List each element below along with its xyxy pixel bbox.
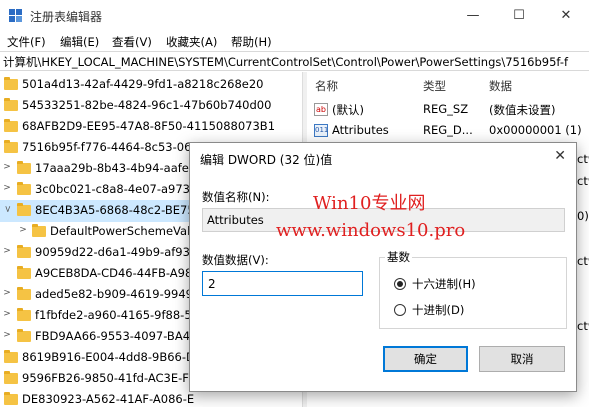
value-data: (数值未设置) — [489, 103, 556, 117]
value-type: REG_D... — [423, 123, 473, 137]
radio-selected-dot — [397, 281, 403, 287]
value-data-peek: ct9 — [577, 254, 589, 268]
value-row[interactable]: 011 Attributes REG_D... 0x00000001 (1) — [307, 120, 589, 142]
value-data-peek: ct9 — [577, 319, 589, 333]
hex-radio[interactable] — [394, 278, 406, 290]
chevron-right-icon[interactable]: > — [2, 246, 12, 256]
edit-dword-dialog: 编辑 DWORD (32 位)值 ✕ 数值名称(N): Attributes 数… — [189, 142, 577, 392]
chevron-right-icon[interactable]: > — [2, 183, 12, 193]
ok-button[interactable]: 确定 — [383, 346, 468, 372]
tree-item-label: A9CEB8DA-CD46-44FB-A98 — [35, 266, 193, 280]
maximize-icon[interactable]: ☐ — [496, 0, 542, 31]
chevron-right-icon[interactable]: > — [2, 309, 12, 319]
folder-icon — [4, 119, 18, 132]
value-data-label: 数值数据(V): — [202, 253, 269, 267]
tree-item-label: 9596FB26-9850-41fd-AC3E-F7 — [22, 371, 197, 385]
folder-icon — [4, 98, 18, 111]
address-path[interactable]: 计算机\HKEY_LOCAL_MACHINE\SYSTEM\CurrentCon… — [3, 54, 568, 70]
folder-icon — [17, 287, 31, 300]
tree-item-label: 501a4d13-42af-4429-9fd1-a8218c268e20 — [22, 77, 264, 91]
address-bar[interactable]: 计算机\HKEY_LOCAL_MACHINE\SYSTEM\CurrentCon… — [0, 51, 589, 71]
tree-item-label: 17aaa29b-8b43-4b94-aafe — [35, 161, 189, 175]
menu-file[interactable]: 文件(F) — [7, 34, 46, 50]
chevron-right-icon[interactable]: > — [18, 225, 28, 235]
folder-icon — [17, 329, 31, 342]
menu-edit[interactable]: 编辑(E) — [60, 34, 99, 50]
tree-item-label: 8619B916-E004-4dd8-9B66-D — [22, 350, 195, 364]
tree-item-label: aded5e82-b909-4619-9949 — [35, 287, 193, 301]
folder-icon — [4, 77, 18, 90]
regedit-app-icon — [9, 9, 23, 23]
dec-radio-label[interactable]: 十进制(D) — [412, 302, 464, 318]
close-icon[interactable]: ✕ — [543, 0, 589, 31]
title-bar: 注册表编辑器 — ☐ ✕ — [0, 0, 589, 31]
menu-favorites[interactable]: 收藏夹(A) — [166, 34, 217, 50]
menu-bar: 文件(F) 编辑(E) 查看(V) 收藏夹(A) 帮助(H) — [0, 31, 589, 51]
column-header-name[interactable]: 名称 — [315, 78, 338, 94]
chevron-right-icon[interactable]: > — [2, 162, 12, 172]
value-name: Attributes — [332, 123, 389, 137]
chevron-right-icon[interactable]: > — [2, 288, 12, 298]
dialog-close-icon[interactable]: ✕ — [554, 148, 566, 164]
tree-item-label: 68AFB2D9-EE95-47A8-8F50-4115088073B1 — [22, 119, 276, 133]
tree-item[interactable]: 54533251-82be-4824-96c1-47b60b740d00 — [0, 95, 302, 117]
minimize-icon[interactable]: — — [450, 0, 496, 31]
watermark-line-2: www.windows10.pro — [276, 220, 466, 241]
folder-open-icon — [4, 140, 18, 153]
column-header-type[interactable]: 类型 — [423, 78, 446, 94]
value-name: (默认) — [332, 103, 364, 117]
menu-view[interactable]: 查看(V) — [112, 34, 152, 50]
tree-item[interactable]: e276e160-7cb0-43c6-b20b-73f5dce39954 — [0, 402, 302, 407]
folder-icon — [4, 371, 18, 384]
base-label: 基数 — [385, 249, 412, 265]
tree-item-label: FBD9AA66-9553-4097-BA4 — [35, 329, 191, 343]
value-name-label: 数值名称(N): — [202, 190, 270, 204]
watermark-line-1: Win10专业网 — [313, 193, 426, 214]
tree-item-label: 3c0bc021-c8a8-4e07-a973 — [35, 182, 191, 196]
value-data-input[interactable] — [202, 271, 363, 296]
chevron-right-icon[interactable]: > — [2, 330, 12, 340]
tree-item[interactable]: 68AFB2D9-EE95-47A8-8F50-4115088073B1 — [0, 116, 302, 138]
folder-icon — [17, 308, 31, 321]
folder-icon — [32, 224, 46, 237]
dec-radio[interactable] — [394, 304, 406, 316]
tree-item-label: 8EC4B3A5-6868-48c2-BE75 — [35, 203, 195, 217]
value-type: REG_SZ — [423, 102, 469, 116]
chevron-down-icon[interactable]: > — [2, 204, 12, 214]
dialog-title: 编辑 DWORD (32 位)值 — [200, 153, 333, 167]
string-value-icon: ab — [314, 103, 328, 116]
base-groupbox — [379, 257, 567, 329]
tree-item[interactable]: 501a4d13-42af-4429-9fd1-a8218c268e20 — [0, 74, 302, 96]
folder-open-icon — [17, 203, 31, 216]
folder-icon — [17, 245, 31, 258]
tree-item-label: 90959d22-d6a1-49b9-af93 — [35, 245, 190, 259]
value-data-peek: 0) — [577, 209, 589, 223]
window-title: 注册表编辑器 — [30, 10, 103, 24]
folder-icon — [17, 161, 31, 174]
column-header-data[interactable]: 数据 — [489, 78, 512, 94]
tree-item-label: 54533251-82be-4824-96c1-47b60b740d00 — [22, 98, 272, 112]
binary-value-icon: 011 — [314, 124, 328, 137]
value-data-peek: ct9 — [577, 174, 589, 188]
folder-icon — [4, 350, 18, 363]
value-data-peek: ct9 — [577, 152, 589, 166]
value-row[interactable]: ab (默认) REG_SZ (数值未设置) — [307, 99, 589, 121]
tree-item-label: f1fbfde2-a960-4165-9f88-5 — [35, 308, 192, 322]
folder-icon — [17, 266, 31, 279]
cancel-button[interactable]: 取消 — [479, 346, 565, 372]
tree-item-label: DefaultPowerSchemeValu — [50, 224, 198, 238]
value-data: 0x00000001 (1) — [489, 123, 582, 137]
menu-help[interactable]: 帮助(H) — [231, 34, 272, 50]
hex-radio-label[interactable]: 十六进制(H) — [412, 276, 476, 292]
folder-icon — [17, 182, 31, 195]
